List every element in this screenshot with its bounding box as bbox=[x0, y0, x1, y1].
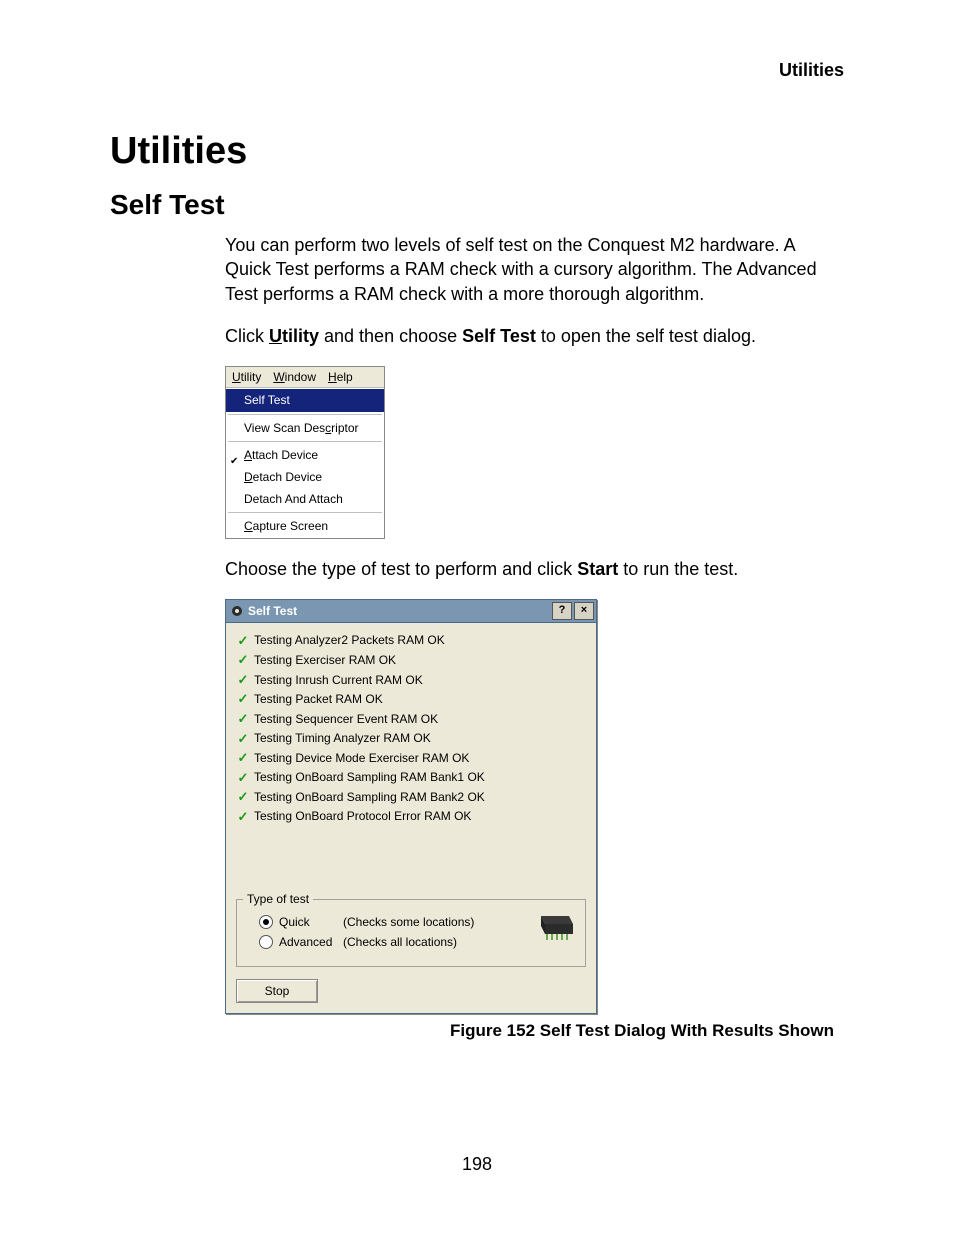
menu-item-detach-device[interactable]: Detach Device bbox=[226, 466, 384, 488]
text: to open the self test dialog. bbox=[536, 326, 756, 346]
utility-accel: U bbox=[269, 326, 282, 346]
menubar: Utility Window Help bbox=[226, 367, 384, 388]
menubar-utility[interactable]: Utility bbox=[226, 367, 267, 387]
section-title: Self Test bbox=[110, 189, 844, 221]
text: to run the test. bbox=[618, 559, 738, 579]
page-header-right: Utilities bbox=[779, 60, 844, 81]
check-icon: ✓ bbox=[236, 710, 250, 728]
result-text: Testing OnBoard Sampling RAM Bank1 OK bbox=[254, 769, 485, 785]
check-icon: ✓ bbox=[236, 632, 250, 650]
result-row: ✓Testing Timing Analyzer RAM OK bbox=[236, 729, 586, 749]
menu-item-label: Detach And Attach bbox=[244, 491, 343, 507]
check-icon: ✓ bbox=[236, 769, 250, 787]
text: Click bbox=[225, 326, 269, 346]
result-row: ✓Testing OnBoard Sampling RAM Bank1 OK bbox=[236, 768, 586, 788]
result-text: Testing Exerciser RAM OK bbox=[254, 652, 396, 668]
instruction-open-dialog: Click Utility and then choose Self Test … bbox=[225, 324, 844, 348]
result-text: Testing OnBoard Sampling RAM Bank2 OK bbox=[254, 789, 485, 805]
check-icon: ✓ bbox=[236, 749, 250, 767]
check-icon: ✓ bbox=[236, 730, 250, 748]
result-text: Testing Timing Analyzer RAM OK bbox=[254, 730, 431, 746]
stop-button[interactable]: Stop bbox=[236, 979, 318, 1003]
intro-paragraph: You can perform two levels of self test … bbox=[225, 233, 844, 306]
result-row: ✓Testing Exerciser RAM OK bbox=[236, 650, 586, 670]
result-row: ✓Testing Inrush Current RAM OK bbox=[236, 670, 586, 690]
result-row: ✓Testing OnBoard Protocol Error RAM OK bbox=[236, 807, 586, 827]
radio-icon bbox=[259, 935, 273, 949]
group-legend: Type of test bbox=[243, 891, 313, 907]
menubar-window[interactable]: Window bbox=[267, 367, 322, 387]
check-icon: ✓ bbox=[236, 788, 250, 806]
check-icon: ✓ bbox=[236, 671, 250, 689]
menu-item-label: View Scan Descriptor bbox=[244, 420, 359, 436]
app-icon bbox=[230, 604, 244, 618]
chip-icon bbox=[535, 912, 575, 942]
help-button[interactable]: ? bbox=[552, 602, 572, 620]
page-title: Utilities bbox=[110, 130, 844, 173]
result-row: ✓Testing Sequencer Event RAM OK bbox=[236, 709, 586, 729]
result-row: ✓Testing Device Mode Exerciser RAM OK bbox=[236, 748, 586, 768]
menu-separator bbox=[228, 441, 382, 442]
start-bold: Start bbox=[577, 559, 618, 579]
result-row: ✓Testing Analyzer2 Packets RAM OK bbox=[236, 631, 586, 651]
menu-separator bbox=[228, 414, 382, 415]
menu-item-label: Self Test bbox=[244, 392, 290, 408]
selftest-bold: Self Test bbox=[462, 326, 536, 346]
menubar-help[interactable]: Help bbox=[322, 367, 359, 387]
result-text: Testing Analyzer2 Packets RAM OK bbox=[254, 632, 445, 648]
close-button[interactable]: × bbox=[574, 602, 594, 620]
menu-item-self-test[interactable]: Self Test bbox=[226, 389, 384, 411]
radio-note: (Checks some locations) bbox=[343, 914, 474, 930]
result-row: ✓Testing Packet RAM OK bbox=[236, 689, 586, 709]
result-text: Testing Device Mode Exerciser RAM OK bbox=[254, 750, 469, 766]
menu-item-label: Capture Screen bbox=[244, 518, 328, 534]
dialog-title: Self Test bbox=[248, 603, 297, 619]
text: and then choose bbox=[319, 326, 462, 346]
type-of-test-group: Type of test bbox=[236, 899, 586, 967]
check-icon: ✓ bbox=[236, 651, 250, 669]
radio-note: (Checks all locations) bbox=[343, 934, 457, 950]
menu-item-detach-and-attach[interactable]: Detach And Attach bbox=[226, 488, 384, 510]
menu-item-attach-device[interactable]: Attach Device bbox=[226, 444, 384, 466]
text: Choose the type of test to perform and c… bbox=[225, 559, 577, 579]
radio-icon bbox=[259, 915, 273, 929]
check-icon: ✓ bbox=[236, 690, 250, 708]
utility-menu-screenshot: Utility Window Help Self Test View Scan … bbox=[225, 366, 385, 538]
radio-advanced[interactable]: Advanced (Checks all locations) bbox=[259, 934, 577, 950]
figure-caption: Figure 152 Self Test Dialog With Results… bbox=[225, 1020, 844, 1043]
results-list: ✓Testing Analyzer2 Packets RAM OK ✓Testi… bbox=[236, 631, 586, 891]
check-icon: ✓ bbox=[236, 808, 250, 826]
menu-item-capture-screen[interactable]: Capture Screen bbox=[226, 515, 384, 537]
self-test-dialog: Self Test ? × ✓Testing Analyzer2 Packets… bbox=[225, 599, 597, 1015]
radio-label: Quick bbox=[279, 914, 341, 930]
radio-label: Advanced bbox=[279, 934, 341, 950]
menu-item-label: Detach Device bbox=[244, 469, 322, 485]
dialog-titlebar[interactable]: Self Test ? × bbox=[226, 600, 596, 623]
result-text: Testing OnBoard Protocol Error RAM OK bbox=[254, 808, 471, 824]
result-row: ✓Testing OnBoard Sampling RAM Bank2 OK bbox=[236, 787, 586, 807]
result-text: Testing Inrush Current RAM OK bbox=[254, 672, 423, 688]
menu-separator bbox=[228, 512, 382, 513]
menu-dropdown: Self Test View Scan Descriptor Attach De… bbox=[226, 388, 384, 537]
page-number: 198 bbox=[0, 1154, 954, 1175]
instruction-run-test: Choose the type of test to perform and c… bbox=[225, 557, 844, 581]
menu-item-label: Attach Device bbox=[244, 447, 318, 463]
radio-quick[interactable]: Quick (Checks some locations) bbox=[259, 914, 577, 930]
menu-item-view-scan-descriptor[interactable]: View Scan Descriptor bbox=[226, 417, 384, 439]
result-text: Testing Packet RAM OK bbox=[254, 691, 383, 707]
result-text: Testing Sequencer Event RAM OK bbox=[254, 711, 438, 727]
utility-rest: tility bbox=[282, 326, 319, 346]
